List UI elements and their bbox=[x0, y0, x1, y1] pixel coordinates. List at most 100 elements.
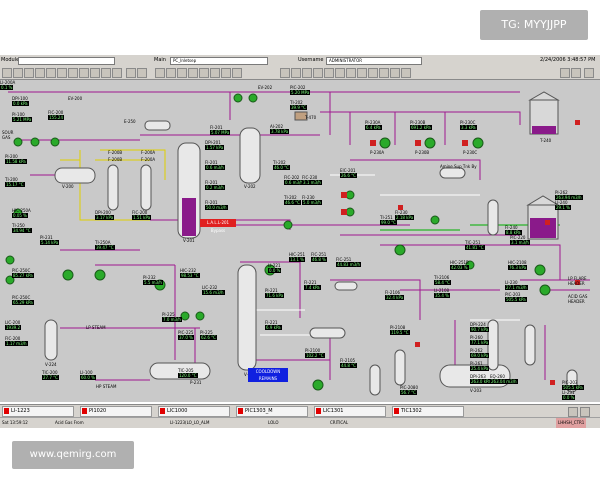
instrument-value[interactable]: 263.04 m3/h bbox=[490, 379, 518, 384]
calc-icon[interactable] bbox=[357, 68, 367, 78]
alarm-bypass-indicator[interactable]: L.A.L.L-201 Bypass bbox=[200, 219, 236, 233]
chart-icon[interactable] bbox=[155, 68, 165, 78]
instrument-value[interactable]: 71.6 kPa bbox=[265, 293, 285, 298]
instrument-value[interactable]: 69.0 kPa bbox=[470, 353, 490, 358]
instrument-value[interactable]: 102.2 °C bbox=[305, 353, 325, 358]
instrument-value[interactable]: 0.05 % bbox=[12, 213, 28, 218]
instrument-value[interactable]: 35.4 % bbox=[434, 293, 450, 298]
instrument-value[interactable]: 120.0 °C bbox=[178, 373, 198, 378]
instrument-value[interactable]: 41.81 °C bbox=[465, 245, 485, 250]
alarm-item[interactable]: TIC1302 bbox=[392, 406, 464, 417]
instrument-value[interactable]: 56.7 °C bbox=[400, 390, 417, 395]
instrument-value[interactable]: 3.1 m3/h bbox=[302, 180, 322, 185]
instrument-value[interactable]: 26.6 °C bbox=[340, 173, 357, 178]
instrument-value[interactable]: 155.24 bbox=[48, 115, 64, 120]
cooldown-indicator[interactable]: COOLDOWN REMAINS bbox=[248, 368, 288, 382]
clock-icon[interactable] bbox=[335, 68, 345, 78]
instrument-value[interactable]: 5.07 MPa bbox=[210, 130, 231, 135]
instrument-value[interactable]: 60.0 % bbox=[80, 375, 96, 380]
instrument-value[interactable]: 6.9 kPa bbox=[265, 325, 282, 330]
instrument-value[interactable]: 2.18 kPa bbox=[395, 215, 415, 220]
trend-icon[interactable] bbox=[68, 68, 78, 78]
instrument-value[interactable]: 27.1 m3/h bbox=[505, 285, 528, 290]
grid-icon[interactable] bbox=[57, 68, 67, 78]
instrument-value[interactable]: 0.6 m3/h bbox=[205, 165, 225, 170]
instrument-value[interactable]: 13.1 % bbox=[289, 257, 305, 262]
instrument-value[interactable]: 46.0 °C bbox=[273, 165, 290, 170]
report-icon[interactable] bbox=[232, 68, 242, 78]
instrument-value[interactable]: 505.5 kPa bbox=[505, 297, 527, 302]
instrument-value[interactable]: 691.2 kPa bbox=[410, 125, 432, 130]
mail-icon[interactable] bbox=[346, 68, 356, 78]
alarm-item[interactable]: LIC1000 bbox=[158, 406, 230, 417]
instrument-value[interactable]: 7.0 m3/h bbox=[162, 317, 182, 322]
instrument-value[interactable]: 15.17 °C bbox=[5, 182, 25, 187]
forward-icon[interactable] bbox=[13, 68, 23, 78]
zoom-icon[interactable] bbox=[126, 68, 136, 78]
instrument-value[interactable]: 98.53 °C bbox=[180, 273, 200, 278]
instrument-value[interactable]: 25.4 kPa bbox=[470, 366, 490, 371]
alarm-item[interactable]: PI1020 bbox=[80, 406, 152, 417]
lock-icon[interactable] bbox=[210, 68, 220, 78]
alarm-item[interactable]: LI-1223 bbox=[2, 406, 74, 417]
user-icon[interactable] bbox=[199, 68, 209, 78]
home-icon[interactable] bbox=[24, 68, 34, 78]
instrument-value[interactable]: 50.0 m3/h bbox=[205, 205, 228, 210]
settings-icon[interactable] bbox=[188, 68, 198, 78]
instrument-value[interactable]: 39.9 °C bbox=[290, 105, 307, 110]
network-icon[interactable] bbox=[313, 68, 323, 78]
instrument-value[interactable]: 77.1 kPa bbox=[470, 340, 490, 345]
window-icon[interactable] bbox=[291, 68, 301, 78]
instrument-value[interactable]: 5.14 kPa bbox=[40, 240, 60, 245]
instrument-value[interactable]: 27.7 °C bbox=[42, 375, 59, 380]
instrument-value[interactable]: 90.7 kPa bbox=[470, 327, 490, 332]
instrument-value[interactable]: 37.0 % bbox=[178, 335, 194, 340]
module-select[interactable] bbox=[18, 57, 115, 65]
warning-icon[interactable] bbox=[390, 68, 400, 78]
instrument-value[interactable]: 6.4 kPa bbox=[365, 125, 382, 130]
close-icon[interactable] bbox=[401, 68, 411, 78]
back-icon[interactable] bbox=[2, 68, 12, 78]
instrument-value[interactable]: 11.58 kPa bbox=[5, 159, 27, 164]
instrument-value[interactable]: 46.8 % bbox=[311, 257, 327, 262]
instrument-value[interactable]: 34.94 °C bbox=[12, 228, 32, 233]
instrument-value[interactable]: 0.0 kPa bbox=[12, 101, 29, 106]
instrument-value[interactable]: 5.20 MPa bbox=[290, 90, 311, 95]
instrument-value[interactable]: 62.6 °C bbox=[200, 335, 217, 340]
main-select[interactable]: PC_Inletsep bbox=[170, 57, 268, 65]
instrument-value[interactable]: 85.27 kPa bbox=[12, 273, 34, 278]
instrument-value[interactable]: 0.6 m3/h bbox=[284, 180, 304, 185]
alarm-silence-icon[interactable] bbox=[580, 407, 590, 417]
instrument-value[interactable]: 1939.2 bbox=[5, 325, 21, 330]
instrument-value[interactable]: 3.3 kPa bbox=[460, 125, 477, 130]
refresh-icon[interactable] bbox=[35, 68, 45, 78]
instrument-value[interactable]: 58.4 °C bbox=[434, 280, 451, 285]
instrument-value[interactable]: 0.2 m3/h bbox=[205, 185, 225, 190]
instrument-value[interactable]: 3.78 kPa bbox=[270, 129, 290, 134]
instrument-value[interactable]: 65.29 kPa bbox=[12, 300, 34, 305]
print-icon[interactable] bbox=[46, 68, 56, 78]
help-icon[interactable] bbox=[137, 68, 147, 78]
list-icon[interactable] bbox=[177, 68, 187, 78]
instrument-value[interactable]: 99.0 °C bbox=[380, 220, 397, 225]
tool-icon[interactable] bbox=[280, 68, 290, 78]
screen-icon[interactable] bbox=[302, 68, 312, 78]
save-icon[interactable] bbox=[90, 68, 100, 78]
instrument-value[interactable]: 5.21 MPa bbox=[12, 117, 33, 122]
instrument-value[interactable]: 0.1 % bbox=[0, 85, 14, 90]
instrument-value[interactable]: 44.83 m3/h bbox=[336, 262, 362, 267]
instrument-value[interactable]: 42.03 % bbox=[450, 265, 469, 270]
maximize-icon[interactable] bbox=[571, 68, 581, 78]
instrument-value[interactable]: 0.0 % bbox=[562, 395, 576, 400]
instrument-value[interactable]: 7.4 kPa bbox=[304, 285, 321, 290]
alarm-icon[interactable] bbox=[101, 68, 111, 78]
window-close-icon[interactable] bbox=[584, 68, 594, 78]
folder-icon[interactable] bbox=[79, 68, 89, 78]
instrument-value[interactable]: 32.4 kPa bbox=[385, 295, 405, 300]
instrument-value[interactable]: 263.0 kPa bbox=[470, 379, 492, 384]
instrument-value[interactable]: 0.0 % bbox=[268, 268, 282, 273]
instrument-value[interactable]: 1.17 m3/h bbox=[5, 341, 28, 346]
instrument-value[interactable]: 44.8 °C bbox=[340, 363, 357, 368]
instrument-value[interactable]: 119.5 °C bbox=[390, 330, 410, 335]
instrument-value[interactable]: 15.6 m3/h bbox=[202, 290, 225, 295]
